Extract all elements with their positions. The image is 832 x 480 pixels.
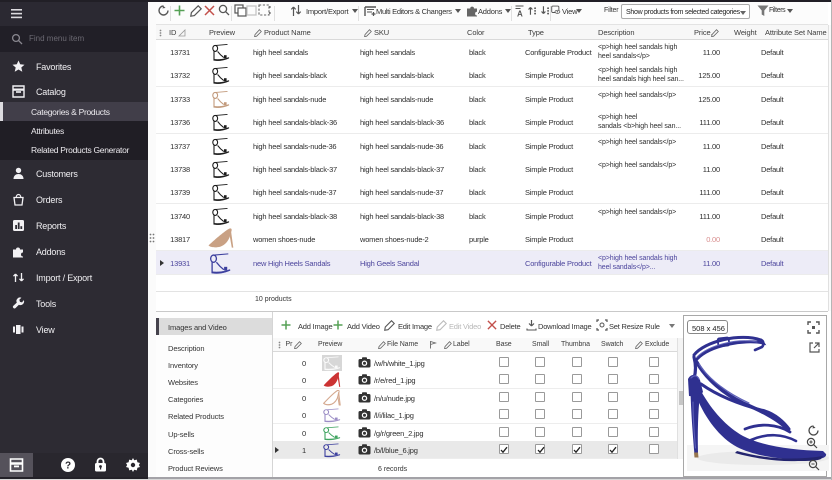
svg-text:A: A	[517, 10, 523, 18]
svg-text:?: ?	[65, 461, 71, 472]
